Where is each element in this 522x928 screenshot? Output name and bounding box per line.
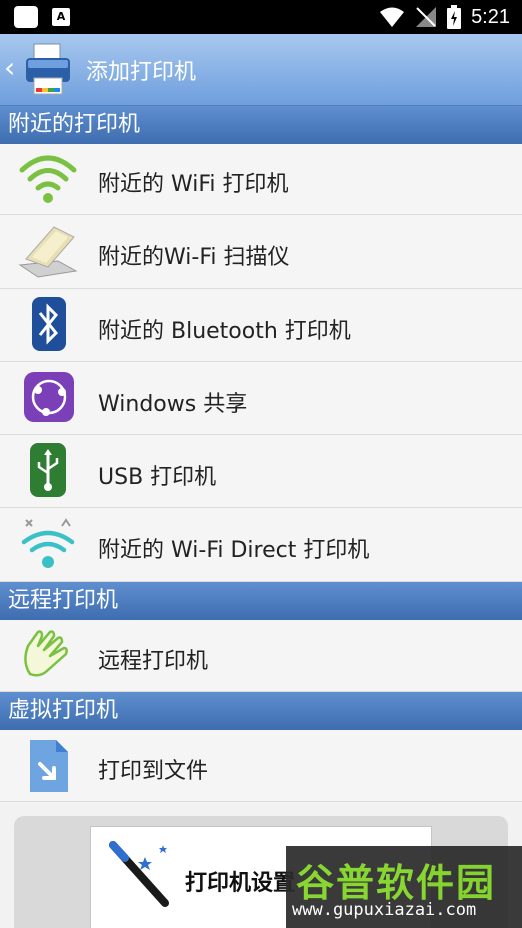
list-item-label: 远程打印机	[98, 649, 209, 674]
page-title: 添加打印机	[86, 60, 197, 85]
file-export-icon	[30, 740, 68, 792]
share-icon	[24, 372, 74, 422]
magic-wand-icon	[109, 841, 169, 907]
list-item-label: 附近的 Bluetooth 打印机	[98, 319, 351, 344]
wifi-direct-icon	[21, 518, 75, 568]
list-item-label: USB 打印机	[98, 465, 217, 490]
watermark-title: 谷普软件园	[296, 861, 497, 905]
app-notification-icon	[14, 6, 38, 28]
section-header-nearby: 附近的打印机	[0, 106, 522, 144]
list-item-bluetooth-printer[interactable]: 附近的 Bluetooth 打印机	[0, 289, 522, 362]
list-item-label: 附近的 WiFi 打印机	[98, 172, 289, 197]
bluetooth-icon	[32, 297, 66, 351]
list-item-remote-printer[interactable]: 远程打印机	[0, 620, 522, 692]
list-item-print-to-file[interactable]: 打印到文件	[0, 730, 522, 802]
usb-icon	[30, 443, 66, 497]
section-header-remote: 远程打印机	[0, 582, 522, 620]
watermark: 谷普软件园 www.gupuxiazai.com	[286, 846, 522, 928]
list-item-label: 附近的 Wi-Fi Direct 打印机	[98, 538, 370, 563]
scanner-icon	[18, 226, 78, 278]
wifi-signal-icon	[380, 7, 405, 27]
back-icon[interactable]: ‹	[4, 53, 15, 83]
section-header-virtual: 虚拟打印机	[0, 692, 522, 730]
watermark-url: www.gupuxiazai.com	[292, 900, 477, 920]
wifi-icon	[19, 155, 77, 203]
printer-settings-label: 打印机设置	[185, 871, 296, 896]
font-notification-icon: A	[52, 8, 70, 26]
clock: 5:21	[471, 5, 510, 28]
list-item-wifi-direct-printer[interactable]: 附近的 Wi-Fi Direct 打印机	[0, 508, 522, 582]
printer-app-logo-icon[interactable]	[24, 42, 72, 96]
list-item-label: 附近的Wi-Fi 扫描仪	[98, 245, 290, 270]
list-item-wifi-printer[interactable]: 附近的 WiFi 打印机	[0, 144, 522, 215]
status-bar: A 5:21	[0, 0, 522, 34]
app-bar: ‹ 添加打印机	[0, 34, 522, 106]
list-item-label: Windows 共享	[98, 392, 248, 417]
no-signal-icon	[416, 7, 437, 27]
hand-wave-icon	[24, 630, 68, 677]
list-item-usb-printer[interactable]: USB 打印机	[0, 435, 522, 508]
list-item-label: 打印到文件	[98, 759, 209, 784]
battery-icon	[447, 5, 462, 29]
list-item-wifi-scanner[interactable]: 附近的Wi-Fi 扫描仪	[0, 215, 522, 289]
list-item-windows-share[interactable]: Windows 共享	[0, 362, 522, 435]
